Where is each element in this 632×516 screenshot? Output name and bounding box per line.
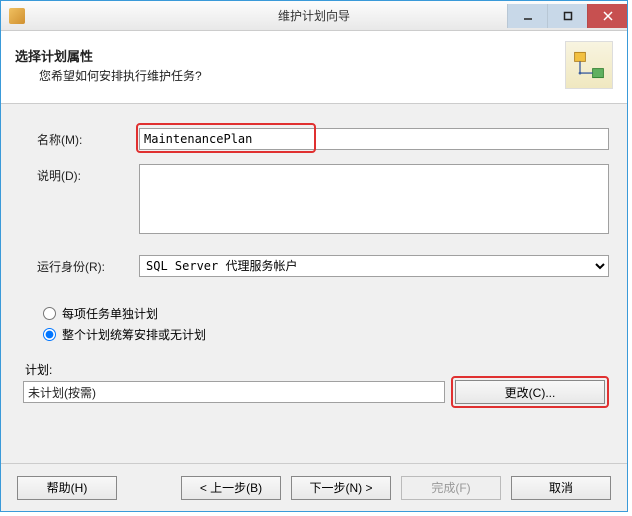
finish-button: 完成(F) (401, 476, 501, 500)
plan-section-label: 计划: (23, 361, 605, 378)
cancel-button[interactable]: 取消 (511, 476, 611, 500)
plan-section: 计划: 更改(C)... (19, 361, 609, 404)
close-button[interactable] (587, 4, 627, 28)
content-area: 名称(M): 说明(D): 运行身份(R): SQL Server 代理服务帐户 (1, 104, 627, 414)
maximize-button[interactable] (547, 4, 587, 28)
radio-single-row[interactable]: 整个计划统筹安排或无计划 (43, 326, 609, 343)
radio-single[interactable] (43, 328, 56, 341)
description-textarea[interactable] (139, 164, 609, 234)
wizard-header: 选择计划属性 您希望如何安排执行维护任务? (1, 31, 627, 104)
help-button[interactable]: 帮助(H) (17, 476, 117, 500)
change-button[interactable]: 更改(C)... (455, 380, 605, 404)
plan-display (23, 381, 445, 403)
maximize-icon (563, 11, 573, 21)
next-button[interactable]: 下一步(N) > (291, 476, 391, 500)
close-icon (603, 11, 613, 21)
schedule-mode-group: 每项任务单独计划 整个计划统筹安排或无计划 (19, 305, 609, 343)
titlebar: 维护计划向导 (1, 1, 627, 31)
wizard-footer: 帮助(H) < 上一步(B) 下一步(N) > 完成(F) 取消 (1, 463, 627, 511)
wizard-icon (565, 41, 613, 89)
window-controls (507, 4, 627, 28)
dialog-window: 维护计划向导 选择计划属性 您希望如何安排执行维护任务? (0, 0, 628, 512)
radio-separate-label: 每项任务单独计划 (62, 305, 158, 322)
minimize-button[interactable] (507, 4, 547, 28)
radio-single-label: 整个计划统筹安排或无计划 (62, 326, 206, 343)
radio-separate[interactable] (43, 307, 56, 320)
runas-select[interactable]: SQL Server 代理服务帐户 (139, 255, 609, 277)
name-label: 名称(M): (19, 128, 139, 148)
page-subtitle: 您希望如何安排执行维护任务? (39, 67, 202, 84)
radio-separate-row[interactable]: 每项任务单独计划 (43, 305, 609, 322)
back-button[interactable]: < 上一步(B) (181, 476, 281, 500)
page-title: 选择计划属性 (15, 46, 202, 65)
app-icon (9, 8, 25, 24)
runas-label: 运行身份(R): (19, 255, 139, 275)
name-input[interactable] (139, 128, 609, 150)
minimize-icon (523, 11, 533, 21)
description-label: 说明(D): (19, 164, 139, 184)
